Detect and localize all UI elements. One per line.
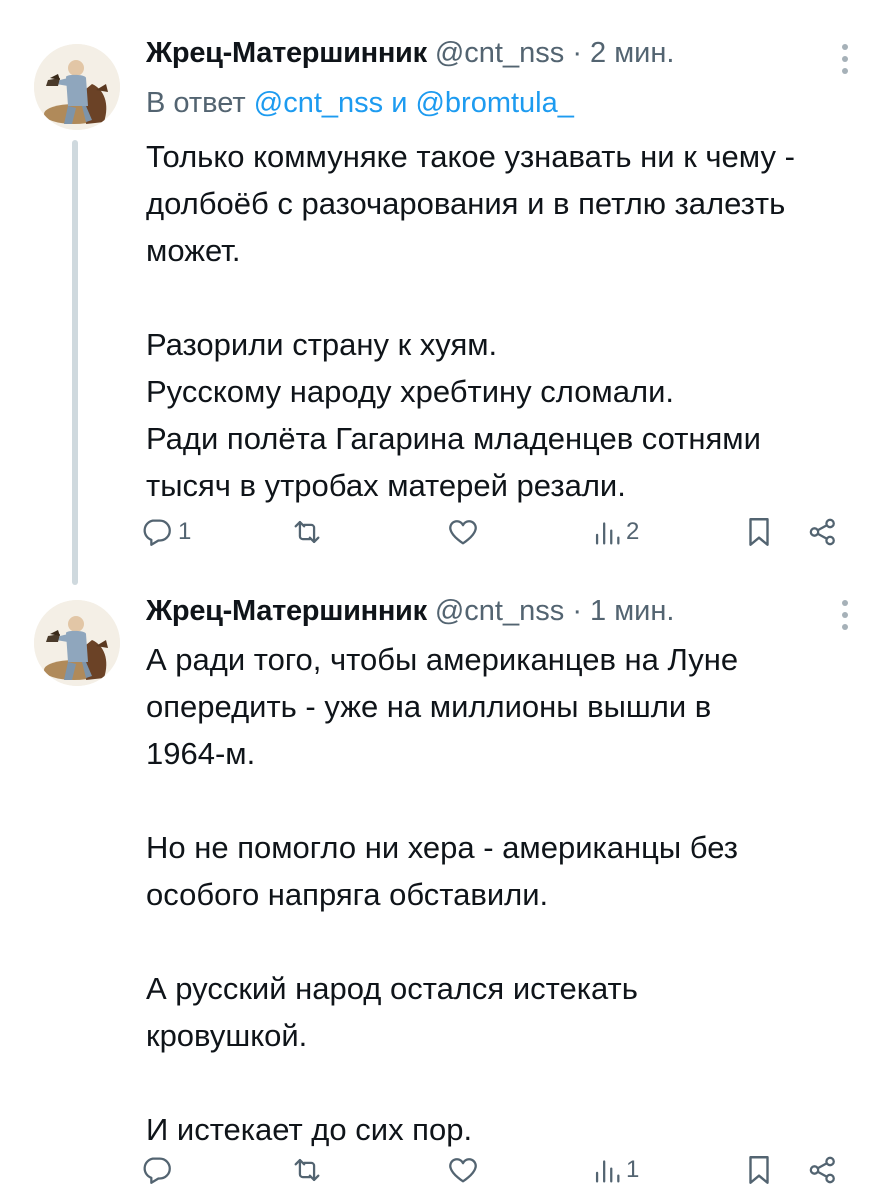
avatar[interactable]: [34, 600, 120, 686]
views-button[interactable]: 1: [592, 1150, 639, 1190]
views-icon: [592, 1153, 622, 1187]
tweet-text-line: А ради того, чтобы американцев на Луне: [146, 642, 739, 677]
retweet-button[interactable]: [290, 1150, 328, 1190]
retweet-button[interactable]: [290, 512, 328, 552]
bookmark-icon: [744, 515, 774, 549]
tweet-text-line: Разорили страну к хуям.: [146, 327, 498, 362]
tweet-text-line: Русскому народу хребтину сломали.: [146, 374, 674, 409]
reply-conjunction: и: [391, 87, 408, 119]
author-name[interactable]: Жрец-Матершинник: [146, 595, 427, 627]
tweet-text-line: долбоёб с разочарования и в петлю залезт…: [146, 186, 786, 221]
reply-mention[interactable]: @bromtula_: [415, 87, 573, 119]
like-icon: [446, 515, 480, 549]
tweet-text-line: тысяч в утробах матерей резали.: [146, 468, 626, 503]
action-bar: 1 2: [140, 512, 850, 552]
retweet-icon: [290, 1153, 324, 1187]
reply-count: 1: [178, 518, 192, 545]
tweet[interactable]: Жрец-Матершинник @cnt_nss · 2 мин. В отв…: [0, 0, 888, 585]
reply-mention[interactable]: @cnt_nss: [254, 87, 383, 119]
thread-line: [72, 140, 78, 585]
timestamp[interactable]: 2 мин.: [590, 37, 674, 69]
reply-button[interactable]: 1: [140, 512, 191, 552]
separator: ·: [572, 595, 582, 627]
author-handle[interactable]: @cnt_nss: [435, 37, 564, 69]
share-button[interactable]: [806, 512, 840, 552]
tweet-text-line: особого напряга обставили.: [146, 877, 549, 912]
tweet-text-line: Только коммуняке такое узнавать ни к чем…: [146, 139, 795, 174]
bookmark-icon: [744, 1153, 774, 1187]
tweet-header: Жрец-Матершинник @cnt_nss · 1 мин.: [146, 594, 674, 628]
timestamp[interactable]: 1 мин.: [590, 595, 674, 627]
tweet[interactable]: Жрец-Матершинник @cnt_nss · 1 мин. А рад…: [0, 580, 888, 1200]
views-count: 1: [626, 1156, 640, 1183]
tweet-header: Жрец-Матершинник @cnt_nss · 2 мин.: [146, 36, 674, 70]
more-icon[interactable]: [842, 44, 850, 80]
action-bar: 1: [140, 1150, 850, 1190]
tweet-text-line: 1964-м.: [146, 736, 256, 771]
tweet-text-line: Ради полёта Гагарина младенцев сотнями: [146, 421, 761, 456]
reply-prefix: В ответ: [146, 87, 246, 119]
reply-icon: [140, 1153, 174, 1187]
bookmark-button[interactable]: [744, 1150, 774, 1190]
tweet-text-line: кровушкой.: [146, 1018, 308, 1053]
tweet-text-line: И истекает до сих пор.: [146, 1112, 473, 1147]
like-icon: [446, 1153, 480, 1187]
author-name[interactable]: Жрец-Матершинник: [146, 37, 427, 69]
retweet-icon: [290, 515, 324, 549]
share-button[interactable]: [806, 1150, 840, 1190]
tweet-text-line: опередить - уже на миллионы вышли в: [146, 689, 712, 724]
separator: ·: [572, 37, 582, 69]
tweet-text: А ради того, чтобы американцев на Луне о…: [146, 636, 846, 1153]
reply-icon: [140, 515, 174, 549]
reply-button[interactable]: [140, 1150, 178, 1190]
tweet-text-line: может.: [146, 233, 241, 268]
like-button[interactable]: [446, 1150, 484, 1190]
share-icon: [806, 515, 840, 549]
tweet-text-line: А русский народ остался истекать: [146, 971, 638, 1006]
views-button[interactable]: 2: [592, 512, 639, 552]
avatar[interactable]: [34, 44, 120, 130]
views-icon: [592, 515, 622, 549]
more-icon[interactable]: [842, 600, 850, 636]
tweet-text: Только коммуняке такое узнавать ни к чем…: [146, 133, 846, 509]
tweet-text-line: Но не помогло ни хера - американцы без: [146, 830, 738, 865]
share-icon: [806, 1153, 840, 1187]
bookmark-button[interactable]: [744, 512, 774, 552]
like-button[interactable]: [446, 512, 484, 552]
reply-context: В ответ @cnt_nss и @bromtula_: [146, 86, 574, 120]
author-handle[interactable]: @cnt_nss: [435, 595, 564, 627]
views-count: 2: [626, 518, 640, 545]
